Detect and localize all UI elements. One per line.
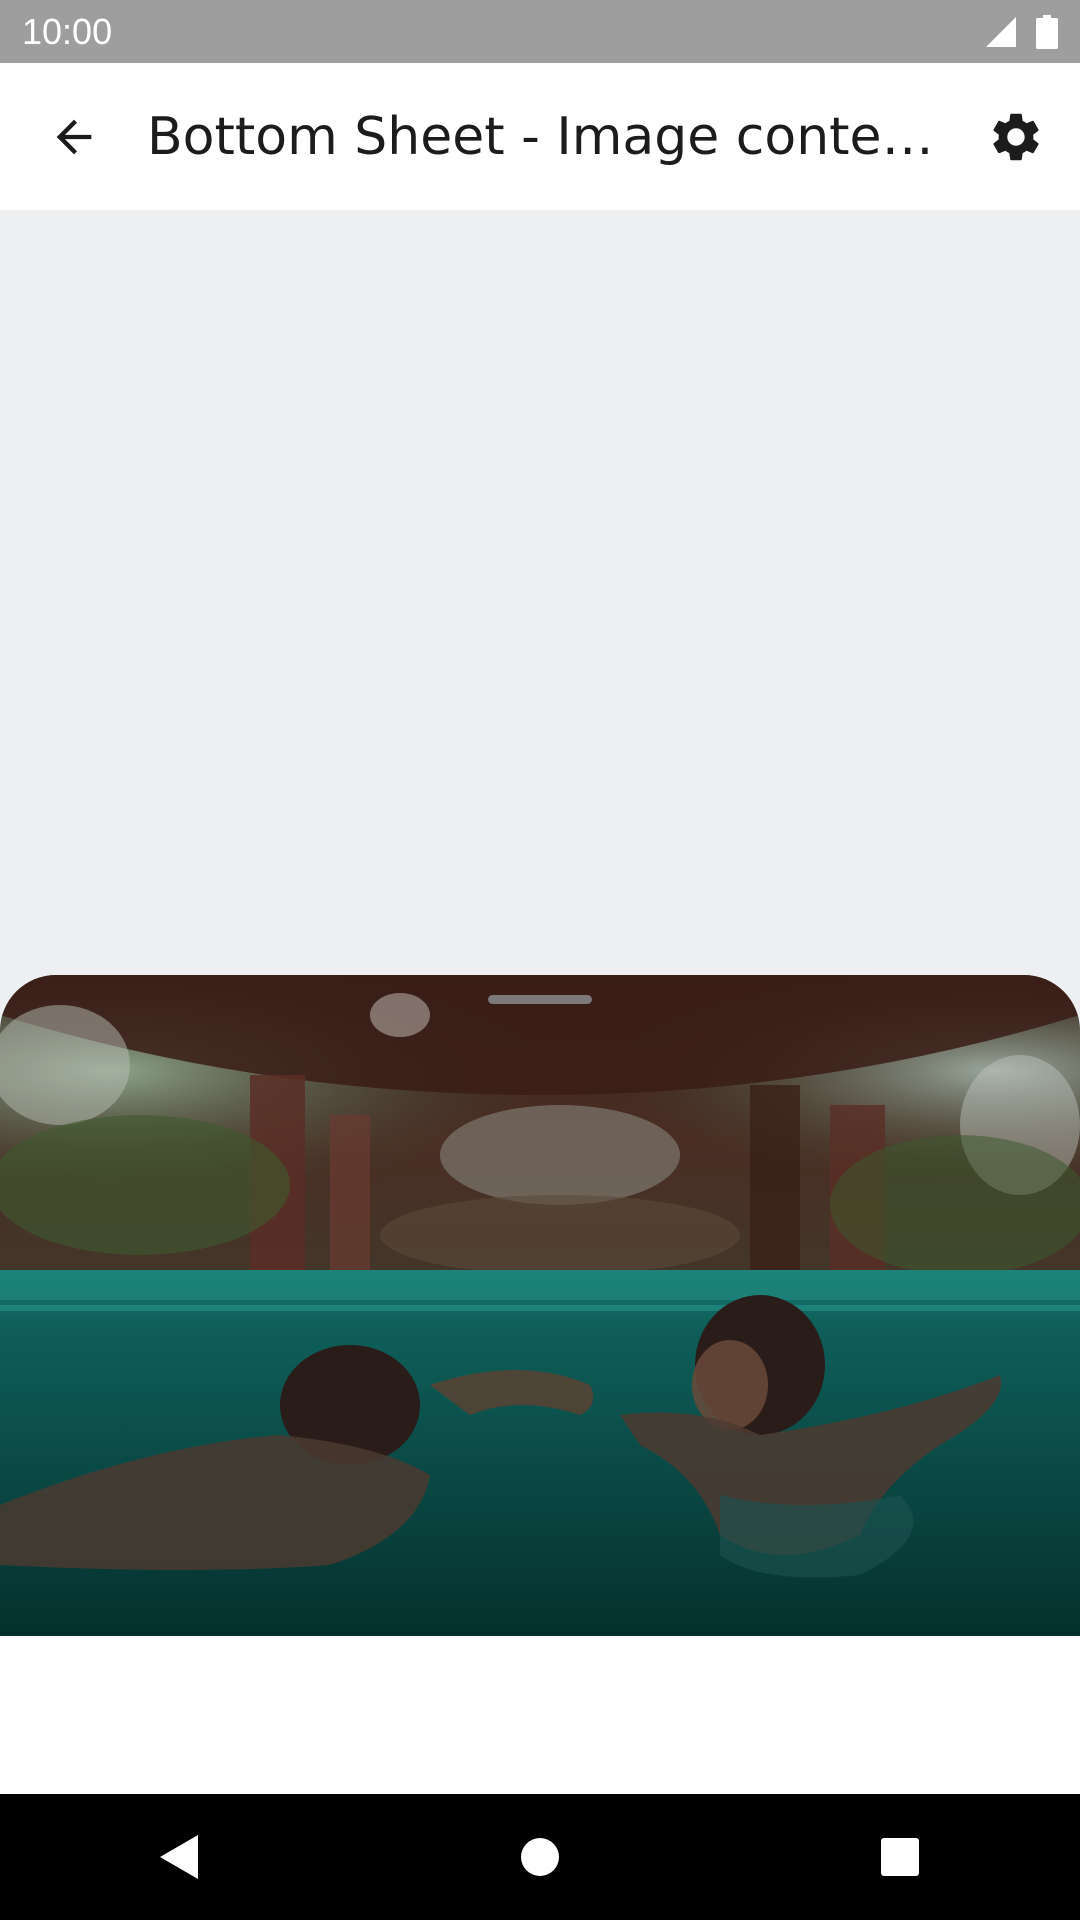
page-title: Bottom Sheet - Image conten… (147, 106, 952, 167)
back-button[interactable] (0, 63, 147, 210)
battery-icon (1036, 14, 1058, 49)
back-triangle-icon (160, 1835, 198, 1879)
gear-icon (993, 113, 1039, 160)
status-time: 10:00 (22, 10, 113, 52)
status-icons (984, 14, 1058, 49)
photo-illustration (0, 975, 1080, 1636)
drag-handle[interactable] (488, 995, 592, 1004)
app-bar: Bottom Sheet - Image conten… (0, 63, 1080, 210)
settings-button[interactable] (952, 63, 1080, 210)
nav-back-button[interactable] (120, 1797, 240, 1917)
underwater-pool-image (0, 975, 1080, 1636)
bottom-sheet[interactable] (0, 975, 1080, 1794)
recents-square-icon (881, 1838, 919, 1876)
home-circle-icon (521, 1838, 559, 1876)
nav-recents-button[interactable] (840, 1797, 960, 1917)
status-bar: 10:00 (0, 0, 1080, 63)
cell-signal-icon (986, 16, 1016, 47)
arrow-back-icon (56, 119, 91, 154)
nav-home-button[interactable] (480, 1797, 600, 1917)
navigation-bar (0, 1794, 1080, 1920)
